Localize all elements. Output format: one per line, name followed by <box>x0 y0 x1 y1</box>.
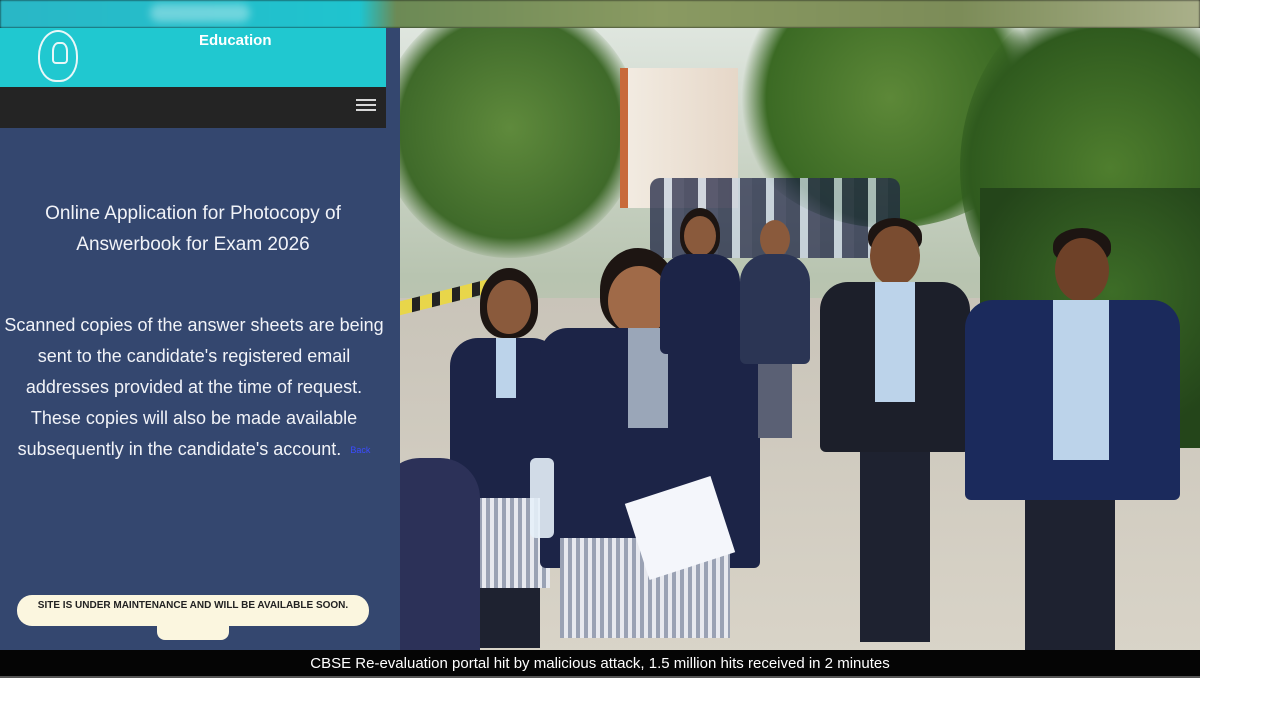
application-title: Online Application for Photocopy of Answ… <box>45 203 341 255</box>
caption-bar: CBSE Re-evaluation portal hit by malicio… <box>0 650 1200 678</box>
student <box>820 218 970 648</box>
body-text: Scanned copies of the answer sheets are … <box>4 315 384 459</box>
back-link[interactable]: Back <box>350 445 370 455</box>
tree-canopy <box>400 28 640 258</box>
blurred-blob <box>150 4 250 22</box>
maintenance-notice: SITE IS UNDER MAINTENANCE AND WILL BE AV… <box>17 595 369 626</box>
site-header: Education <box>0 28 386 87</box>
student <box>660 208 740 358</box>
students-photo <box>400 28 1200 650</box>
application-body: Scanned copies of the answer sheets are … <box>4 310 384 466</box>
water-bottle <box>530 458 554 538</box>
student <box>740 208 810 438</box>
student <box>965 228 1180 650</box>
header-label: Education <box>199 32 272 49</box>
news-image-frame: Education Online Application for Photoco… <box>0 0 1200 678</box>
cbse-logo-icon <box>38 30 78 82</box>
image-caption: CBSE Re-evaluation portal hit by malicio… <box>310 655 890 672</box>
site-navbar <box>0 87 386 128</box>
foreground-shoulder <box>400 458 480 650</box>
blurred-top-strip <box>0 0 1200 28</box>
hamburger-menu-icon[interactable] <box>356 99 376 115</box>
website-panel: Education Online Application for Photoco… <box>0 28 400 650</box>
